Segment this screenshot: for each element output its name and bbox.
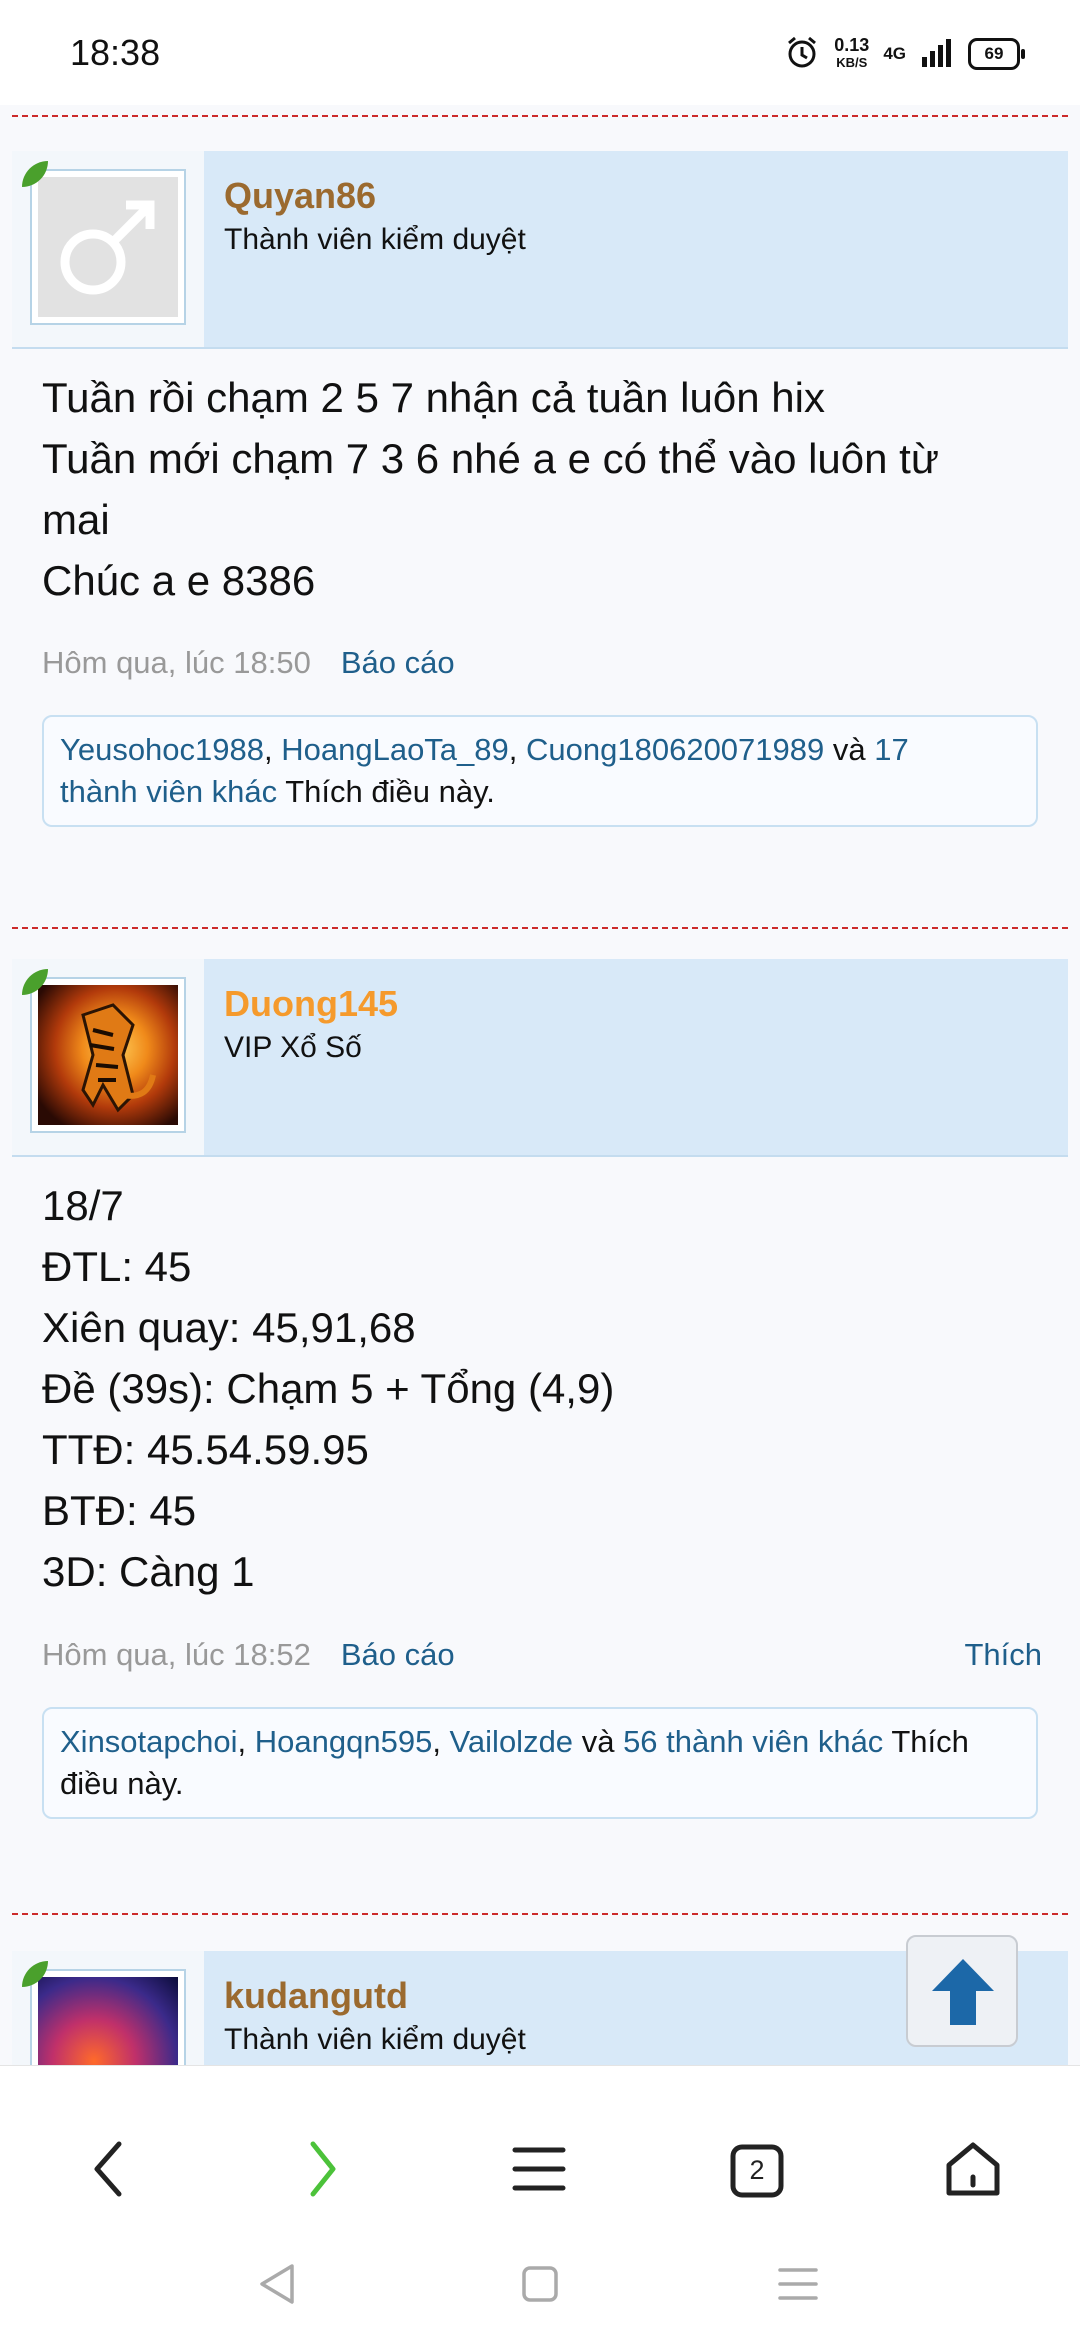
- post-divider: [12, 927, 1068, 929]
- others-link[interactable]: 56 thành viên khác: [623, 1724, 883, 1759]
- post-line: Tuần mới chạm 7 3 6 nhé a e có thể vào l…: [42, 435, 939, 482]
- avatar[interactable]: [30, 1969, 186, 2065]
- status-time: 18:38: [70, 32, 161, 73]
- tabs-icon: 2: [729, 2143, 785, 2199]
- recents-menu-icon: [776, 2264, 820, 2309]
- post-line: TTĐ: 45.54.59.95: [42, 1426, 369, 1473]
- others-count[interactable]: 17: [874, 732, 908, 767]
- thread-content: Quyan86 Thành viên kiểm duyệt Tuần rồi c…: [0, 105, 1080, 2065]
- likes-suffix: Thích: [891, 1724, 969, 1759]
- user-title: Thành viên kiểm duyệt: [224, 2023, 526, 2056]
- post-time[interactable]: Hôm qua, lúc 18:50: [42, 645, 311, 680]
- status-bar: 18:38 0.13 KB/S 4G 69: [0, 0, 1080, 105]
- report-link[interactable]: Báo cáo: [341, 1637, 455, 1672]
- square-home-icon: [520, 2264, 560, 2309]
- alarm-icon: [784, 34, 820, 75]
- hamburger-icon: [511, 2144, 567, 2199]
- liker-link[interactable]: Hoangqn595: [255, 1724, 433, 1759]
- post-line: BTĐ: 45: [42, 1487, 197, 1534]
- likes-and: và: [581, 1724, 615, 1759]
- system-back-button[interactable]: [248, 2256, 308, 2316]
- triangle-back-icon: [256, 2262, 300, 2311]
- liker-link[interactable]: HoangLaoTa_89: [281, 732, 509, 767]
- forward-button[interactable]: [278, 2126, 368, 2216]
- user-title: Thành viên kiểm duyệt: [224, 223, 526, 256]
- post-meta: Hôm qua, lúc 18:52 Báo cáo: [42, 1637, 455, 1673]
- home-icon: [943, 2139, 1003, 2204]
- username[interactable]: Quyan86: [224, 175, 376, 217]
- likes-suffix: Thích điều này.: [285, 774, 495, 809]
- signal-icon: [920, 37, 954, 72]
- post-line: ĐTL: 45: [42, 1243, 192, 1290]
- post-body: 18/7 ĐTL: 45 Xiên quay: 45,91,68 Đề (39s…: [42, 1175, 1042, 1602]
- post-line: 3D: Càng 1: [42, 1548, 255, 1595]
- likes-summary: Yeusohoc1988, HoangLaoTa_89, Cuong180620…: [42, 715, 1038, 827]
- post-header: Duong145 VIP Xổ Số: [12, 959, 1068, 1157]
- post-body: Tuần rồi chạm 2 5 7 nhận cả tuần luôn hi…: [42, 367, 1042, 611]
- network-speed: 0.13 KB/S: [834, 36, 869, 72]
- male-avatar-icon: [38, 177, 178, 317]
- liker-link[interactable]: Xinsotapchoi: [60, 1724, 238, 1759]
- avatar-column: [12, 959, 204, 1155]
- post-line: Chúc a e 8386: [42, 557, 316, 604]
- network-type: 4G: [883, 44, 906, 63]
- browser-toolbar: 2: [0, 2065, 1080, 2341]
- battery-icon: 69: [968, 38, 1025, 70]
- post: Duong145 VIP Xổ Số 18/7 ĐTL: 45 Xiên qua…: [12, 959, 1068, 1899]
- avatar-column: [12, 151, 204, 347]
- post: Quyan86 Thành viên kiểm duyệt Tuần rồi c…: [12, 151, 1068, 941]
- username[interactable]: Duong145: [224, 983, 398, 1025]
- post-line: Đề (39s): Chạm 5 + Tổng (4,9): [42, 1365, 615, 1412]
- home-button[interactable]: [928, 2126, 1018, 2216]
- liker-link[interactable]: Yeusohoc1988: [60, 732, 264, 767]
- like-button[interactable]: Thích: [964, 1637, 1042, 1673]
- username[interactable]: kudangutd: [224, 1975, 408, 2017]
- avatar[interactable]: [30, 977, 186, 1133]
- post-header: Quyan86 Thành viên kiểm duyệt: [12, 151, 1068, 349]
- chevron-left-icon: [89, 2139, 129, 2204]
- post-meta: Hôm qua, lúc 18:50 Báo cáo: [42, 645, 455, 681]
- menu-button[interactable]: [494, 2126, 584, 2216]
- arrow-up-icon: [928, 1955, 998, 2032]
- post-line: 18/7: [42, 1182, 124, 1229]
- post-divider: [12, 115, 1068, 117]
- status-icons: 0.13 KB/S 4G 69: [784, 34, 1025, 75]
- avatar-column: [12, 1951, 204, 2065]
- post-line: Xiên quay: 45,91,68: [42, 1304, 416, 1351]
- back-button[interactable]: [64, 2126, 154, 2216]
- tiger-avatar-icon: [38, 985, 178, 1125]
- system-recents-button[interactable]: [768, 2256, 828, 2316]
- scroll-to-top-button[interactable]: [906, 1935, 1018, 2047]
- likes-and: và: [832, 732, 866, 767]
- liker-link[interactable]: Cuong180620071989: [526, 732, 824, 767]
- galaxy-avatar-icon: [38, 1977, 178, 2065]
- post-line: Tuần rồi chạm 2 5 7 nhận cả tuần luôn hi…: [42, 374, 825, 421]
- others-link[interactable]: thành viên khác: [60, 774, 277, 809]
- post-divider: [12, 1913, 1068, 1915]
- tab-count: 2: [749, 2155, 765, 2185]
- liker-link[interactable]: Vailolzde: [450, 1724, 574, 1759]
- system-home-button[interactable]: [510, 2256, 570, 2316]
- chevron-right-icon: [303, 2139, 343, 2204]
- report-link[interactable]: Báo cáo: [341, 645, 455, 680]
- likes-summary: Xinsotapchoi, Hoangqn595, Vailolzde và 5…: [42, 1707, 1038, 1819]
- likes-suffix: điều này.: [60, 1766, 184, 1801]
- post-time[interactable]: Hôm qua, lúc 18:52: [42, 1637, 311, 1672]
- speed-unit: KB/S: [836, 55, 868, 70]
- post-line: mai: [42, 496, 110, 543]
- speed-value: 0.13: [834, 35, 870, 55]
- user-title: VIP Xổ Số: [224, 1031, 362, 1064]
- avatar[interactable]: [30, 169, 186, 325]
- tabs-button[interactable]: 2: [712, 2126, 802, 2216]
